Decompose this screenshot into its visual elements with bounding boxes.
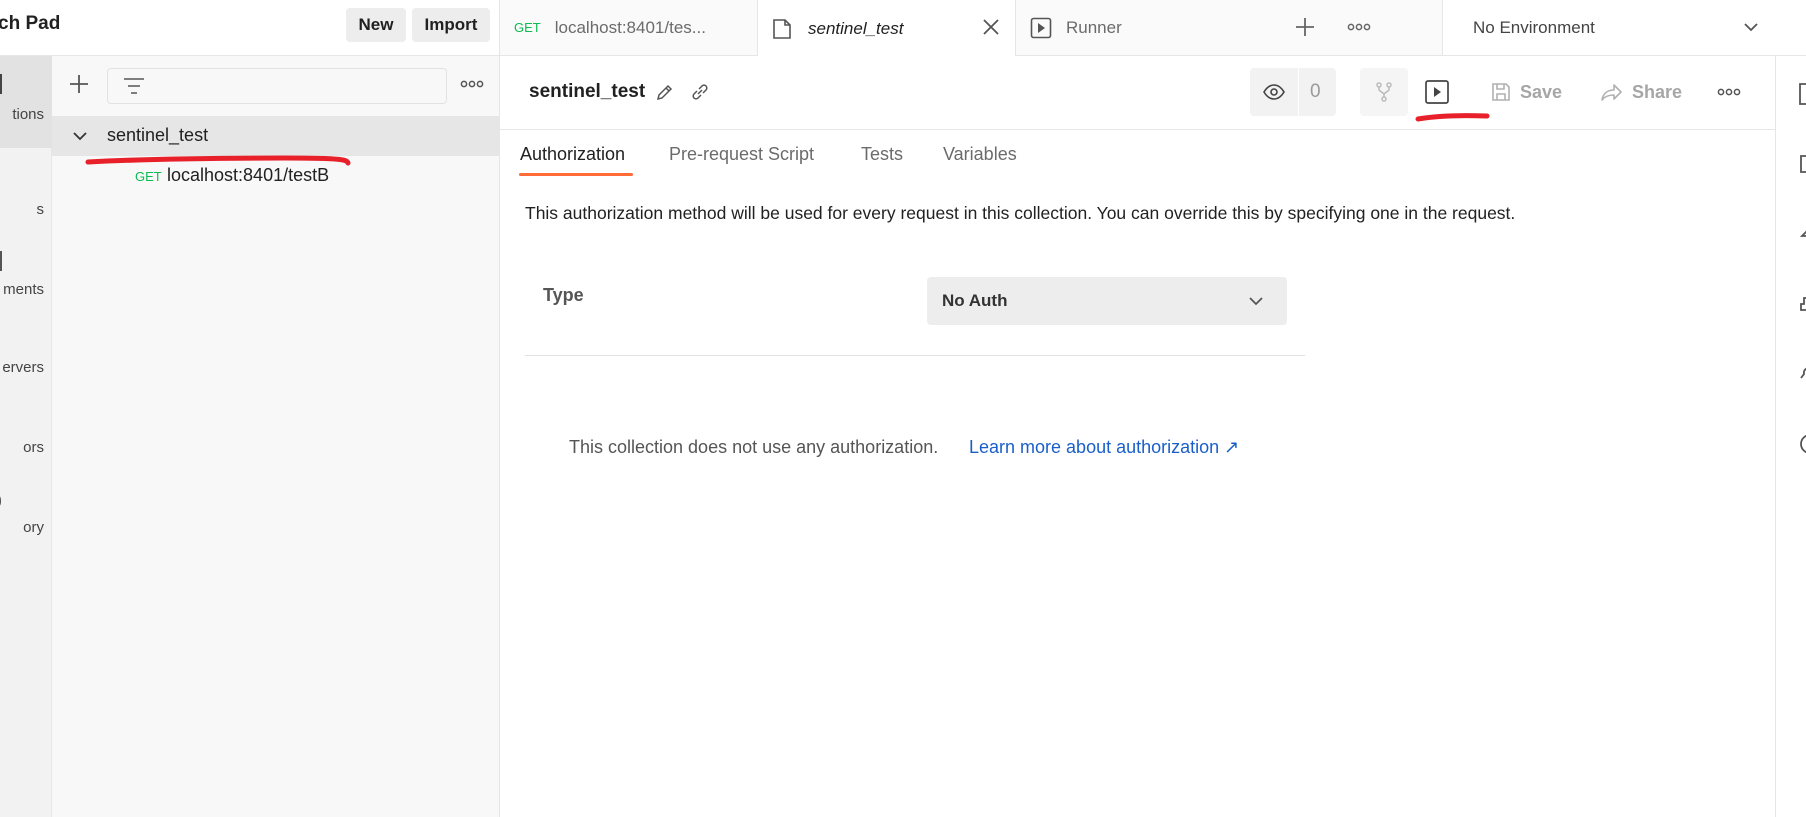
workspace-title: ch Pad [0,13,61,34]
no-auth-message: This collection does not use any authori… [569,437,939,457]
changelog-icon[interactable] [1798,292,1806,316]
run-play-icon [1425,80,1449,104]
auth-type-select[interactable]: No Auth [927,277,1287,325]
type-label: Type [543,285,584,305]
rail-item-label: ments [3,281,44,298]
chevron-down-icon[interactable] [72,128,88,144]
save-label: Save [1520,81,1563,102]
request-url: localhost:8401/testB [167,165,330,185]
active-tab-indicator [519,173,633,176]
rail-item-label: ors [23,439,44,456]
left-nav-rail: tions s ments ervers ors ory [0,56,52,817]
collections-icon [0,74,2,94]
rail-item-label: tions [12,106,44,123]
filter-input[interactable] [107,68,447,104]
watch-button[interactable]: 0 [1250,68,1336,116]
close-icon[interactable] [980,16,1002,38]
import-button[interactable]: Import [412,8,490,42]
tab-label: Runner [1066,17,1122,37]
new-tab-plus-icon[interactable] [1292,14,1318,40]
pull-request-icon[interactable] [1798,222,1806,246]
watch-count: 0 [1310,81,1321,102]
new-button[interactable]: New [346,8,406,42]
collection-editor: sentinel_test 0 Save Share Authorization… [500,56,1775,817]
workspace-header: ch Pad New Import [0,0,500,56]
more-actions-icon[interactable] [1715,82,1743,102]
comments-icon[interactable] [1798,152,1806,176]
request-method-badge: GET [135,169,162,184]
history-icon [0,493,1,509]
add-collection-plus-icon[interactable] [67,72,91,96]
auth-description: This authorization method will be used f… [525,203,1516,223]
rail-item-apis[interactable]: s [0,171,52,231]
share-label: Share [1632,81,1683,102]
more-tabs-icon[interactable] [1345,14,1373,40]
link-icon[interactable] [690,82,710,102]
rail-item-label: ervers [2,359,44,376]
tab-pre-request-script[interactable]: Pre-request Script [669,144,814,165]
run-collection-button[interactable] [1422,78,1452,106]
rail-item-monitors[interactable]: ors [0,411,52,471]
pin-icon[interactable] [1798,362,1806,386]
request-item[interactable]: GET localhost:8401/testB [52,156,500,196]
tab-authorization[interactable]: Authorization [520,144,625,165]
divider [1298,68,1299,116]
rail-item-label: s [36,201,45,218]
tab-request-testb[interactable]: GET localhost:8401/tes... [500,0,758,55]
rail-item-collections[interactable]: tions [0,70,52,130]
right-context-rail [1775,56,1806,817]
tab-sentinel-test[interactable]: sentinel_test [758,0,1016,57]
rail-item-label: ory [23,519,44,536]
eye-icon [1262,81,1286,103]
save-button[interactable]: Save [1490,77,1562,107]
tab-bar: GET localhost:8401/tes... sentinel_test … [500,0,1806,57]
tab-method-badge: GET [514,20,541,35]
environments-icon [0,251,2,271]
share-icon [1601,84,1622,101]
tab-runner[interactable]: Runner [1016,0,1274,55]
sidebar-more-icon[interactable] [458,74,486,94]
runner-icon [1030,17,1052,39]
documentation-icon[interactable] [1798,82,1806,106]
tab-tests[interactable]: Tests [861,144,903,165]
info-icon[interactable] [1798,432,1806,456]
rail-item-mock-servers[interactable]: ervers [0,331,52,391]
collections-sidebar: sentinel_test GET localhost:8401/testB [52,56,500,817]
tab-label: localhost:8401/tes... [554,17,706,37]
chevron-down-icon [1247,292,1265,310]
pencil-edit-icon[interactable] [655,82,675,102]
tab-variables[interactable]: Variables [943,144,1017,165]
divider [525,355,1305,356]
rail-item-environments[interactable]: ments [0,251,52,311]
page-title: sentinel_test [529,81,646,102]
save-icon [1492,83,1510,101]
filter-icon [122,76,146,96]
auth-type-value: No Auth [942,291,1008,310]
rail-item-history[interactable]: ory [0,491,52,551]
collection-name: sentinel_test [107,125,209,145]
tab-label: sentinel_test [808,18,904,38]
fork-icon [1374,81,1394,103]
environment-label: No Environment [1473,17,1595,37]
share-button[interactable]: Share [1600,77,1682,107]
fork-button[interactable] [1360,68,1408,116]
divider [500,129,1775,130]
collection-icon [772,18,792,40]
collection-item[interactable]: sentinel_test [52,116,500,156]
chevron-down-icon[interactable] [1740,16,1762,38]
learn-more-link[interactable]: Learn more about authorization ↗ [969,437,1239,458]
